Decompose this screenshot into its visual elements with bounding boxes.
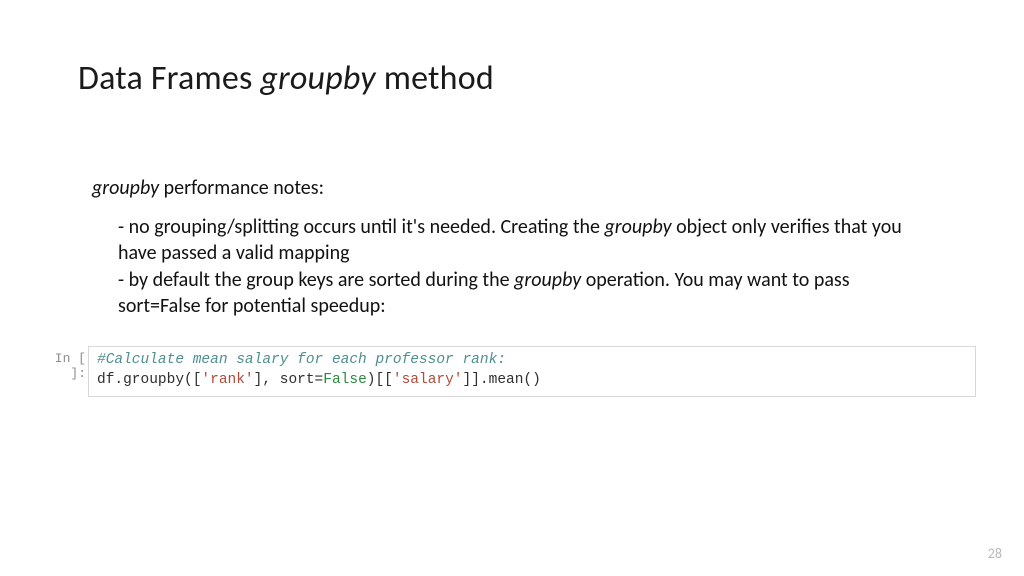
- code-l2-b: ], sort=: [254, 372, 324, 388]
- code-box: #Calculate mean salary for each professo…: [88, 346, 976, 397]
- code-l2-false: False: [323, 372, 367, 388]
- notes-heading-post: performance notes:: [159, 176, 324, 200]
- notes-heading: groupby performance notes:: [92, 176, 324, 200]
- page-number: 28: [988, 545, 1002, 562]
- code-l2-rank: 'rank': [201, 372, 253, 388]
- notes-heading-em: groupby: [92, 176, 159, 200]
- input-prompt: In [ ]:: [34, 346, 88, 381]
- bullet2-em: groupby: [514, 268, 581, 292]
- title-em: groupby: [260, 58, 375, 99]
- code-comment: #Calculate mean salary for each professo…: [97, 352, 506, 368]
- slide-title: Data Frames groupby method: [78, 58, 494, 99]
- bullet1-em: groupby: [605, 215, 672, 239]
- code-l2-a: df.groupby([: [97, 372, 201, 388]
- code-l2-salary: 'salary': [393, 372, 463, 388]
- code-l2-c: )[[: [367, 372, 393, 388]
- bullet1-pre: - no grouping/splitting occurs until it'…: [118, 215, 605, 239]
- code-l2-d: ]].mean(): [463, 372, 541, 388]
- bullet2-pre: - by default the group keys are sorted d…: [118, 268, 514, 292]
- notes-body: - no grouping/splitting occurs until it'…: [118, 214, 918, 320]
- title-pre: Data Frames: [78, 58, 260, 99]
- slide: Data Frames groupby method groupby perfo…: [0, 0, 1024, 576]
- title-post: method: [376, 58, 494, 99]
- code-cell: In [ ]: #Calculate mean salary for each p…: [34, 346, 994, 397]
